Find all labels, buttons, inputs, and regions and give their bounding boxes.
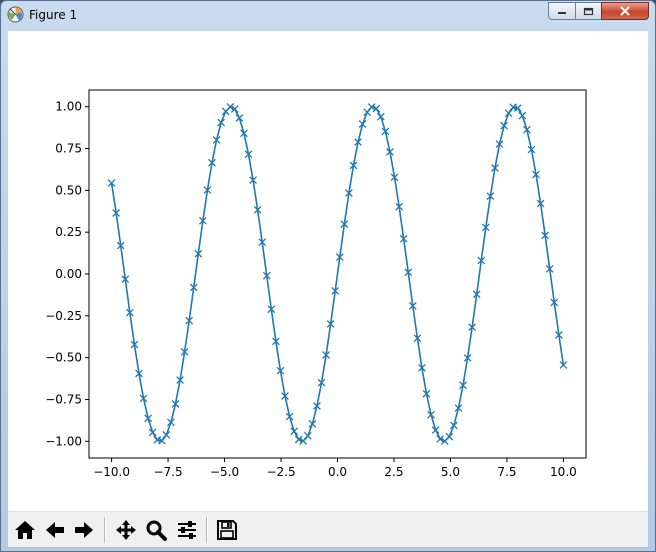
maximize-icon (583, 7, 594, 15)
x-tick-label: −2.5 (266, 465, 295, 479)
floppy-disk-icon (217, 520, 237, 540)
window-title: Figure 1 (29, 8, 78, 22)
home-button[interactable] (12, 517, 38, 543)
x-tick-label: 5.0 (441, 465, 460, 479)
forward-button[interactable] (71, 517, 97, 543)
y-tick-label: −0.75 (45, 392, 82, 406)
x-tick-label: 10.0 (550, 465, 577, 479)
y-tick-label: 0.25 (55, 225, 82, 239)
save-button[interactable] (214, 517, 240, 543)
x-tick-label: 0.0 (328, 465, 347, 479)
minimize-button[interactable] (548, 2, 576, 20)
x-axis: −10.0 −7.5 −5.0 −2.5 0.0 2.5 5.0 7.5 10.0 (93, 458, 577, 479)
x-tick-label: 2.5 (384, 465, 403, 479)
arrow-left-icon (46, 522, 64, 538)
close-icon (620, 6, 630, 16)
y-axis: −1.00 −0.75 −0.50 −0.25 0.00 0.25 0.50 0.75 1.00 (45, 100, 89, 448)
y-tick-label: 0.75 (55, 142, 82, 156)
home-icon (15, 521, 35, 539)
minimize-icon (558, 12, 566, 14)
x-tick-label: 7.5 (497, 465, 516, 479)
close-button[interactable] (601, 2, 649, 20)
figure-window: Figure 1 −10.0 −7.5 −5.0 −2.5 0.0 2.5 5.0 7.5 10… (0, 0, 656, 552)
navigation-toolbar (8, 511, 648, 547)
arrow-right-icon (75, 522, 93, 538)
title-bar[interactable]: Figure 1 (1, 1, 655, 31)
y-tick-label: −1.00 (45, 434, 82, 448)
x-tick-label: −7.5 (153, 465, 182, 479)
y-tick-label: 0.00 (55, 267, 82, 281)
maximize-button[interactable] (575, 2, 602, 20)
configure-subplots-button[interactable] (174, 517, 200, 543)
matplotlib-app-icon (7, 6, 24, 23)
y-tick-label: 1.00 (55, 100, 82, 114)
toolbar-separator (104, 517, 106, 543)
move-icon (116, 520, 136, 540)
y-tick-label: 0.50 (55, 183, 82, 197)
back-button[interactable] (42, 517, 68, 543)
toolbar-separator (206, 517, 208, 543)
x-tick-label: −10.0 (93, 465, 130, 479)
y-tick-label: −0.50 (45, 351, 82, 365)
sliders-icon (178, 521, 196, 539)
figure-canvas-area: −10.0 −7.5 −5.0 −2.5 0.0 2.5 5.0 7.5 10.0 −1.00−… (8, 31, 648, 547)
x-tick-label: −5.0 (210, 465, 239, 479)
y-tick-label: −0.25 (45, 309, 82, 323)
line-chart[interactable]: −10.0 −7.5 −5.0 −2.5 0.0 2.5 5.0 7.5 10.0 −1.00−… (8, 31, 648, 511)
magnifier-icon (146, 520, 167, 541)
zoom-button[interactable] (143, 517, 169, 543)
pan-button[interactable] (113, 517, 139, 543)
